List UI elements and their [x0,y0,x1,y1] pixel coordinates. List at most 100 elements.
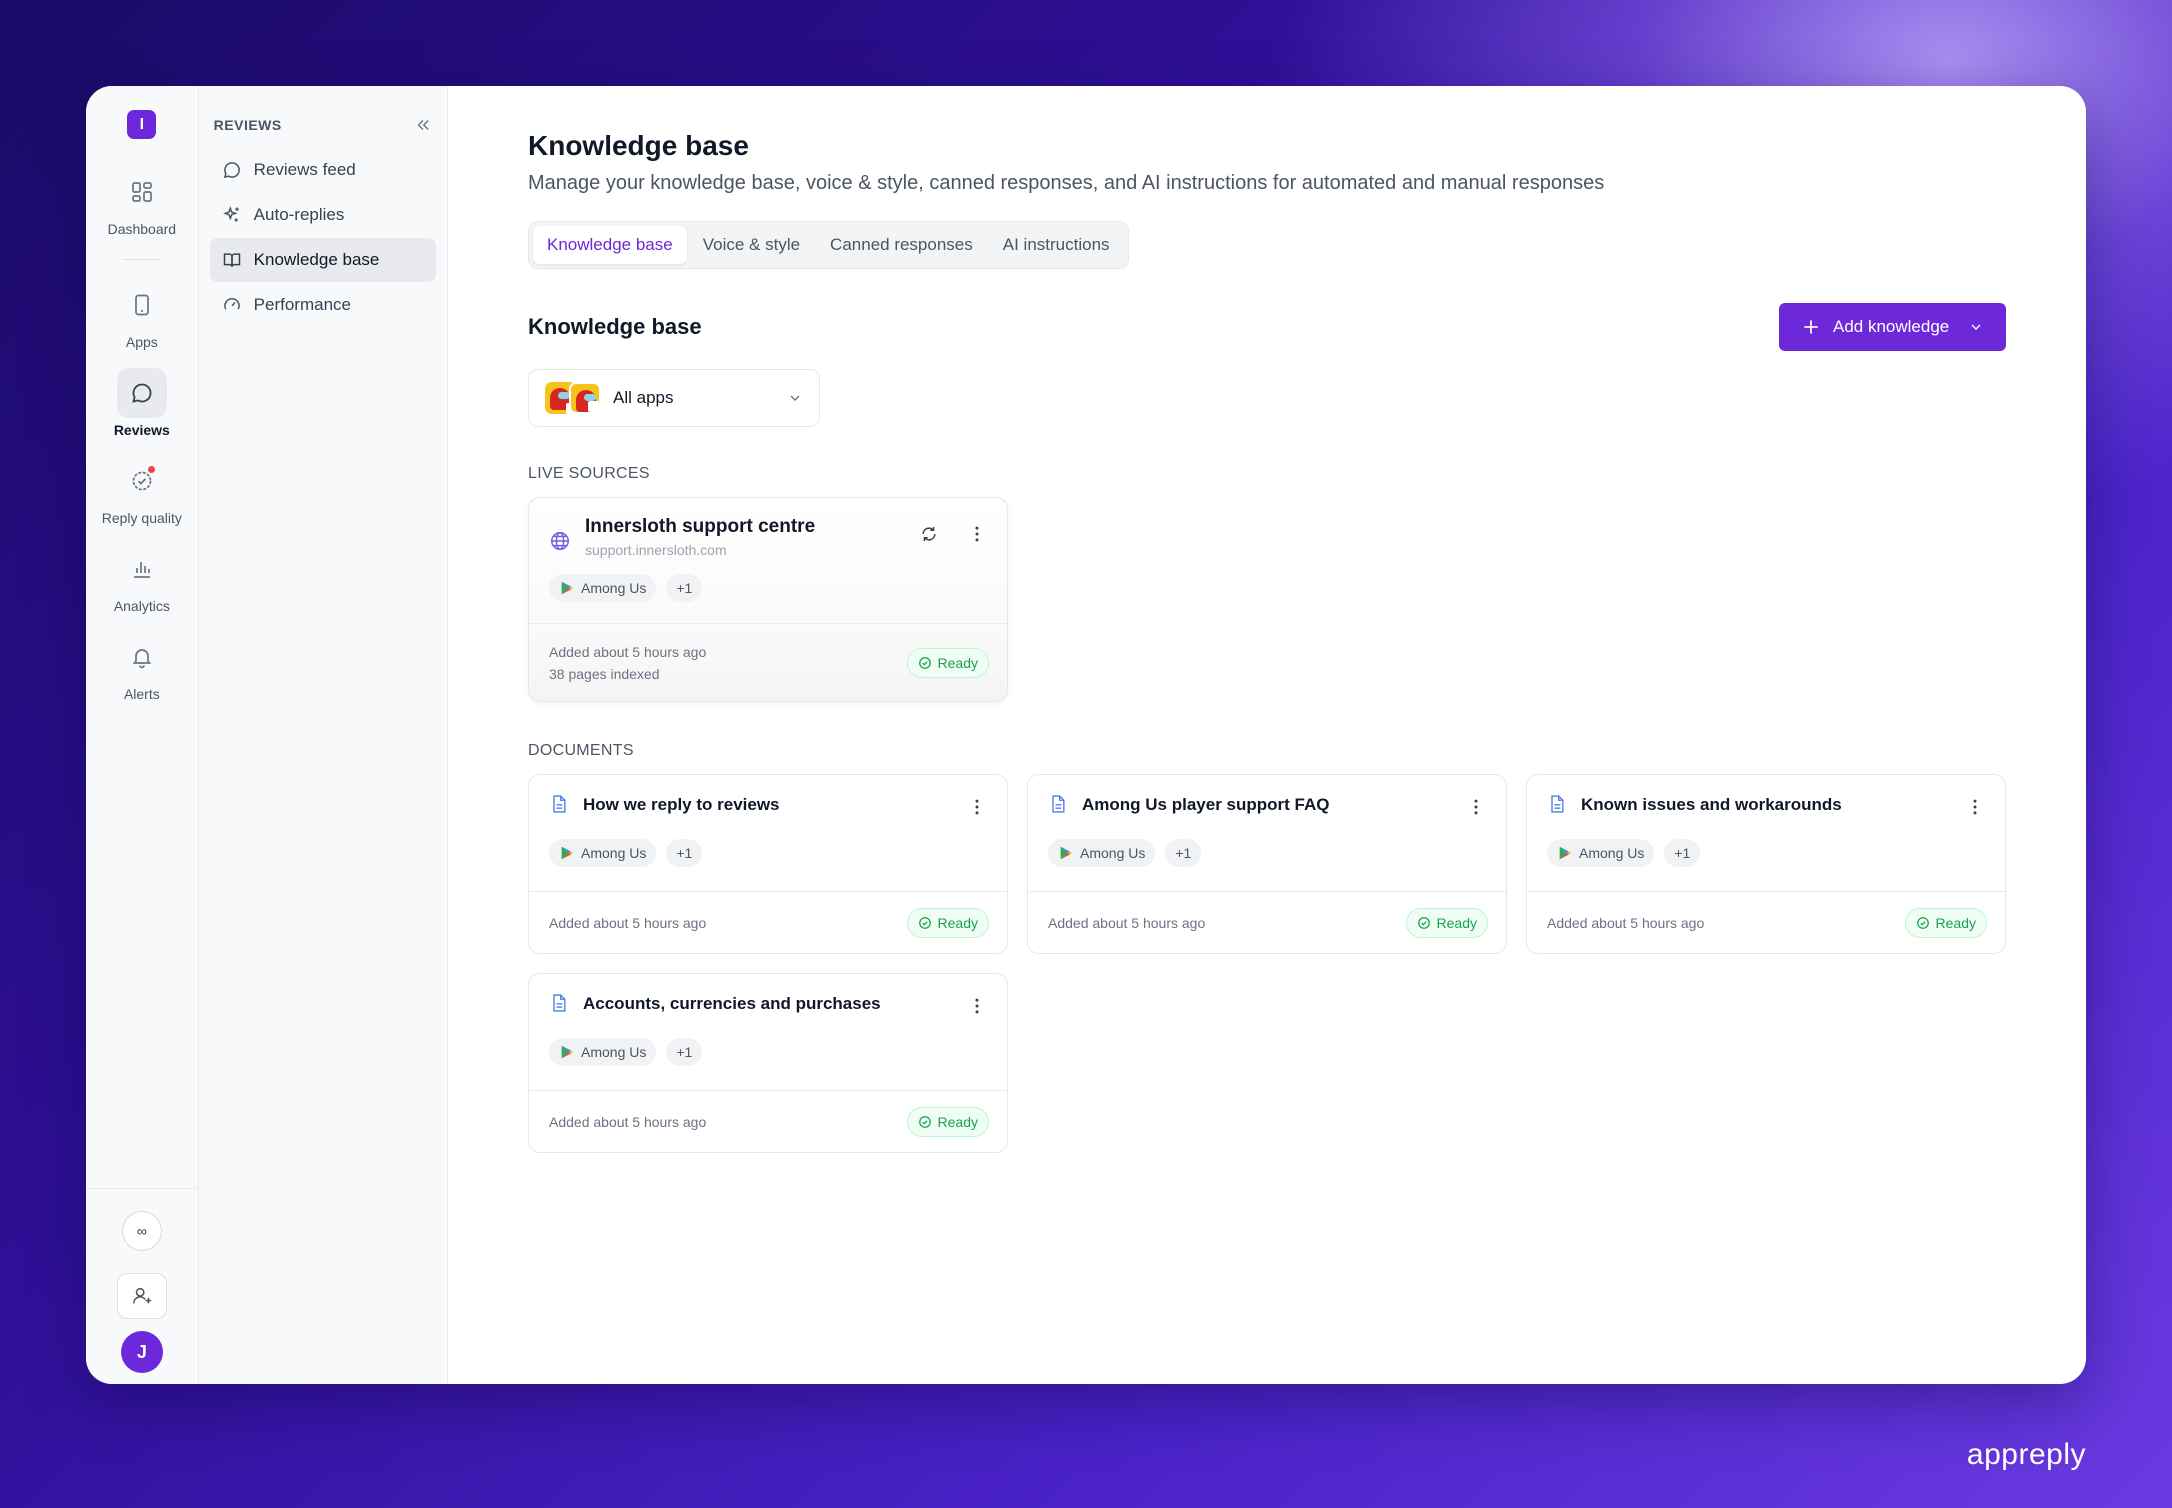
document-icon [553,795,566,813]
chat-bubble-icon [223,162,240,179]
refresh-icon[interactable] [919,524,939,544]
rail-item-apps[interactable]: Apps [86,280,198,350]
rail-item-alerts[interactable]: Alerts [86,632,198,702]
chevron-down-icon [790,395,800,401]
status-badge: Ready [906,647,989,678]
added-time: Added about 5 hours ago [549,643,707,660]
app-chip: Among Us [549,839,657,867]
app-icons [545,382,601,414]
sidebar-item-label: Reviews feed [253,160,356,179]
document-card[interactable]: How we reply to reviews Among Us +1 Adde… [528,774,1008,954]
status-badge: Ready [906,1106,989,1137]
app-chip: Among Us [1547,839,1655,867]
rail-label: Dashboard [107,221,177,237]
sparkles-icon [222,206,239,222]
app-icon [569,382,601,414]
tab-bar: Knowledge base Voice & style Canned resp… [528,221,1129,269]
document-card[interactable]: Accounts, currencies and purchases Among… [528,973,1008,1153]
source-title: Innersloth support centre [585,516,816,537]
add-knowledge-label: Add knowledge [1833,317,1950,336]
sidebar-section-title: REVIEWS [213,117,282,133]
user-avatar[interactable]: J [120,1331,163,1373]
app-chip-label: Among Us [581,580,647,596]
app-chip-label: Among Us [581,1044,647,1060]
collapse-sidebar-icon[interactable] [414,116,432,134]
tab-canned-responses[interactable]: Canned responses [816,226,987,264]
status-badge: Ready [1904,907,1987,938]
app-chip-label: Among Us [581,845,647,861]
sidebar-item-label: Performance [253,295,351,314]
document-title: Known issues and workarounds [1581,795,1842,814]
rail-item-reviews[interactable]: Reviews [86,368,198,438]
rail-item-analytics[interactable]: Analytics [86,544,198,614]
more-options-icon[interactable] [1965,797,1985,817]
live-source-card[interactable]: Innersloth support centre support.inners… [528,497,1008,702]
document-title: Accounts, currencies and purchases [583,994,881,1013]
tab-knowledge-base[interactable]: Knowledge base [533,226,687,264]
live-sources-label: LIVE SOURCES [528,465,650,482]
document-card[interactable]: Known issues and workarounds Among Us +1… [1526,774,2006,954]
status-badge: Ready [1405,907,1488,938]
invite-user-button[interactable] [116,1273,167,1319]
document-title: Among Us player support FAQ [1082,795,1330,814]
tab-ai-instructions[interactable]: AI instructions [989,226,1124,264]
app-filter-value: All apps [613,388,674,407]
dashboard-icon [131,182,152,202]
document-icon [1551,795,1564,813]
check-circle-icon [1916,916,1929,929]
document-card[interactable]: Among Us player support FAQ Among Us +1 … [1027,774,1507,954]
more-options-icon[interactable] [1466,797,1486,817]
rail-divider [122,259,161,260]
rail-label: Apps [125,334,158,350]
check-circle-icon [918,656,931,669]
extra-apps-chip: +1 [1165,839,1202,867]
section-header: Knowledge base Add knowledge [528,303,2006,351]
infinity-button[interactable]: ∞ [121,1211,162,1251]
google-play-icon [561,846,573,860]
documents-label: DOCUMENTS [528,742,634,759]
user-plus-icon [132,1287,151,1304]
sidebar-item-performance[interactable]: Performance [210,283,436,327]
sidebar-item-reviews-feed[interactable]: Reviews feed [210,148,436,192]
added-time: Added about 5 hours ago [549,914,707,931]
extra-apps-chip: +1 [666,1038,703,1066]
rail-label: Alerts [123,686,160,702]
page-subtitle: Manage your knowledge base, voice & styl… [528,172,1605,194]
page-title: Knowledge base [528,130,749,161]
app-chip-label: Among Us [1579,845,1645,861]
notification-dot [146,465,156,474]
app-chip-label: Among Us [1080,845,1146,861]
added-time: Added about 5 hours ago [549,1113,707,1130]
google-play-icon [1559,846,1571,860]
rail-label: Reply quality [101,510,182,526]
phone-icon [134,294,149,316]
app-chip: Among Us [549,1038,657,1066]
rail-label: Reviews [113,422,170,438]
book-icon [223,253,240,267]
chat-bubble-icon [132,383,152,403]
check-circle-icon [1417,916,1430,929]
add-knowledge-button[interactable]: Add knowledge [1779,303,2006,351]
source-url: support.innersloth.com [585,542,727,558]
globe-icon [551,532,569,550]
app-window: I Dashboard Apps Reviews Reply quality A… [86,86,2086,1384]
rail-item-dashboard[interactable]: Dashboard [86,167,198,237]
extra-apps-chip: +1 [666,574,703,602]
more-options-icon[interactable] [967,797,987,817]
rail-footer: ∞ J [86,1188,198,1384]
check-circle-icon [918,916,931,929]
tab-voice-style[interactable]: Voice & style [689,226,814,264]
sidebar-item-auto-replies[interactable]: Auto-replies [210,193,436,237]
more-options-icon[interactable] [967,996,987,1016]
document-title: How we reply to reviews [583,795,780,814]
workspace-logo[interactable]: I [127,110,157,139]
document-icon [1052,795,1065,813]
more-options-icon[interactable] [967,524,987,544]
section-title: Knowledge base [528,314,702,339]
sidebar-item-knowledge-base[interactable]: Knowledge base [209,238,436,282]
sidebar-item-label: Knowledge base [253,250,380,269]
rail-item-reply-quality[interactable]: Reply quality [86,456,198,526]
pages-indexed: 38 pages indexed [549,665,660,682]
app-filter-dropdown[interactable]: All apps [528,369,820,427]
main-content: Knowledge base Manage your knowledge bas… [448,86,2086,1384]
